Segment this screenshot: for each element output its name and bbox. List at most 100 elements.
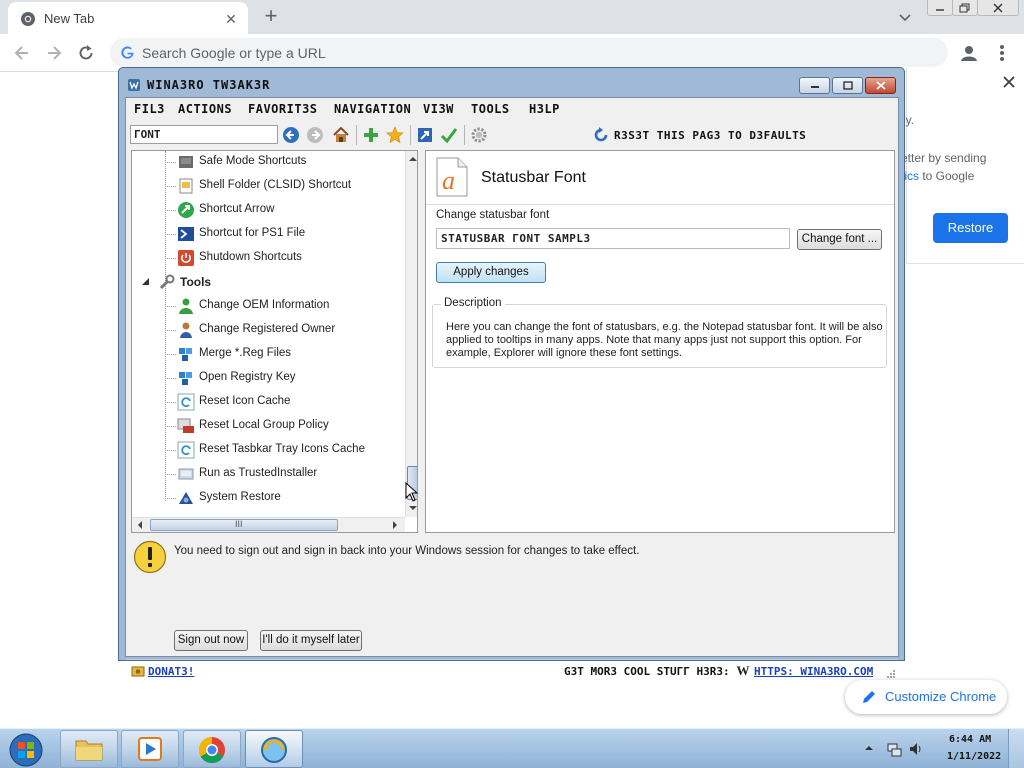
winaero-logo-icon: W bbox=[736, 663, 750, 678]
maximize-button[interactable] bbox=[832, 77, 863, 94]
home-icon[interactable] bbox=[332, 126, 350, 144]
search-input[interactable]: ГONT bbox=[130, 125, 278, 144]
restore-button[interactable]: Restore bbox=[933, 213, 1008, 243]
tree-item-label: Open Registry Key bbox=[199, 371, 296, 383]
tree-item[interactable]: Reset Icon Cache bbox=[132, 391, 402, 413]
tree-vertical-scrollbar[interactable] bbox=[405, 151, 418, 517]
setting-label: Change statusbar font bbox=[436, 209, 550, 221]
menu-file[interactable]: FIL3 bbox=[134, 102, 165, 116]
customize-chrome-label: Customize Chrome bbox=[885, 689, 997, 704]
powershell-icon bbox=[178, 227, 194, 241]
tree-item[interactable]: Reset Tasbkar Tray Icons Cache bbox=[132, 439, 402, 461]
warning-icon bbox=[133, 540, 167, 574]
network-icon[interactable] bbox=[886, 741, 902, 757]
minimize-button[interactable] bbox=[927, 0, 953, 16]
start-button-icon[interactable] bbox=[8, 732, 44, 768]
chrome-favicon-icon bbox=[21, 12, 35, 26]
add-favorite-icon[interactable] bbox=[362, 126, 380, 144]
tree-horizontal-scrollbar[interactable]: III bbox=[132, 517, 405, 532]
taskbar-explorer[interactable] bbox=[60, 730, 118, 768]
donate-link[interactable]: DONAT3! bbox=[148, 665, 194, 678]
kebab-menu-icon[interactable] bbox=[992, 42, 1012, 64]
collapse-triangle-icon[interactable] bbox=[141, 277, 150, 286]
scroll-right-icon[interactable] bbox=[390, 519, 400, 531]
apply-check-icon[interactable] bbox=[440, 126, 458, 144]
tree-item-label: Shortcut for PS1 File bbox=[199, 227, 306, 239]
setting-title: Statusbar Font bbox=[481, 169, 586, 186]
reload-icon[interactable] bbox=[76, 43, 96, 63]
show-desktop-button[interactable] bbox=[1008, 729, 1024, 768]
profile-avatar-icon[interactable] bbox=[958, 42, 980, 64]
taskbar-chrome[interactable] bbox=[183, 730, 241, 768]
reset-page-link[interactable]: R3S3T THIS PAG3 TO D3FAULTS bbox=[614, 129, 806, 142]
restore-down-button[interactable] bbox=[952, 0, 978, 16]
tree-item[interactable]: Shell Folder (CLSID) Shortcut bbox=[132, 175, 402, 197]
owner-icon bbox=[180, 322, 192, 338]
scrollbar-grip: III bbox=[235, 519, 243, 529]
tree-item[interactable]: Change OEM Information bbox=[132, 295, 402, 317]
close-button[interactable] bbox=[865, 77, 896, 94]
forward-arrow-icon[interactable] bbox=[44, 43, 64, 63]
star-icon[interactable] bbox=[386, 126, 404, 144]
volume-icon[interactable] bbox=[908, 741, 924, 757]
tree-item[interactable]: Shutdown Shortcuts bbox=[132, 247, 402, 269]
browser-tab-strip: New Tab ✕ + bbox=[0, 0, 1024, 34]
tree-category-tools[interactable]: Tools bbox=[132, 271, 402, 293]
new-tab-button[interactable]: + bbox=[260, 5, 282, 28]
taskbar-media-player[interactable] bbox=[121, 730, 179, 768]
customize-chrome-button[interactable]: Customize Chrome bbox=[845, 680, 1007, 714]
tree-item[interactable]: Reset Local Group Policy bbox=[132, 415, 402, 437]
tree-item[interactable]: Open Registry Key bbox=[132, 367, 402, 389]
tab-search-chevron-icon[interactable] bbox=[897, 9, 913, 25]
tree-item[interactable]: Merge *.Reg Files bbox=[132, 343, 402, 365]
show-hidden-icons-icon[interactable] bbox=[864, 743, 874, 753]
apply-changes-button[interactable]: Apply changes bbox=[436, 262, 546, 283]
scroll-down-icon[interactable] bbox=[407, 503, 418, 513]
settings-gear-icon[interactable] bbox=[470, 126, 488, 144]
minimize-button[interactable] bbox=[799, 77, 830, 94]
refresh-icon bbox=[177, 441, 195, 459]
font-sample-field: STATUSBAR ГONT SAMPL3 bbox=[436, 228, 790, 249]
reset-icon[interactable] bbox=[592, 126, 610, 144]
description-text: Here you can change the font of statusba… bbox=[446, 321, 883, 359]
scroll-left-icon[interactable] bbox=[135, 519, 145, 531]
tree-item[interactable]: System Restore bbox=[132, 487, 402, 509]
tree-item-label: Shell Folder (CLSID) Shortcut bbox=[199, 179, 352, 191]
shortcut-icon[interactable] bbox=[416, 126, 434, 144]
omnibox[interactable]: Search Google or type a URL bbox=[110, 38, 948, 67]
close-icon bbox=[875, 81, 886, 90]
menu-help[interactable]: H3LP bbox=[529, 102, 560, 116]
clock-time[interactable]: 6:44 AM bbox=[949, 734, 991, 745]
menu-view[interactable]: VI3W bbox=[423, 102, 454, 116]
tree-item[interactable]: Run as TrustedInstaller bbox=[132, 463, 402, 485]
tree-item[interactable]: Shortcut for PS1 File bbox=[132, 223, 402, 245]
forward-icon[interactable] bbox=[306, 126, 324, 144]
menu-navigation[interactable]: NAVIGATION bbox=[334, 102, 411, 116]
window-title: WINA3RO TW3AK3R bbox=[147, 78, 271, 92]
back-icon[interactable] bbox=[282, 126, 300, 144]
scroll-up-icon[interactable] bbox=[407, 154, 418, 164]
do-it-later-button[interactable]: I'll do it myself later bbox=[260, 630, 362, 651]
tree-item[interactable]: Change Registered Owner bbox=[132, 319, 402, 341]
website-link[interactable]: HTTPS: WINA3RO.COM bbox=[754, 665, 873, 678]
back-arrow-icon[interactable] bbox=[12, 43, 32, 63]
menu-tools[interactable]: TOOLS bbox=[471, 102, 510, 116]
tab-close-icon[interactable]: ✕ bbox=[222, 10, 240, 28]
sign-out-now-button[interactable]: Sign out now bbox=[174, 630, 248, 651]
scrollbar-thumb[interactable]: III bbox=[150, 519, 338, 531]
close-icon[interactable] bbox=[1001, 74, 1017, 90]
tree-item[interactable]: Safe Mode Shortcuts bbox=[132, 151, 402, 173]
close-icon bbox=[993, 3, 1003, 13]
shutdown-icon bbox=[178, 250, 194, 266]
restore-text-rest: to Google bbox=[919, 169, 975, 183]
menu-actions[interactable]: ACTIONS bbox=[178, 102, 232, 116]
detail-header: a Statusbar Font bbox=[426, 151, 894, 205]
change-font-button[interactable]: Change font ... bbox=[797, 229, 882, 250]
browser-tab-new-tab[interactable]: New Tab ✕ bbox=[8, 2, 248, 34]
close-window-button[interactable] bbox=[977, 0, 1019, 16]
taskbar-winaero-tweaker[interactable] bbox=[245, 730, 303, 768]
resize-grip-icon[interactable] bbox=[886, 669, 896, 679]
menu-favorites[interactable]: FAVORIT3S bbox=[248, 102, 318, 116]
clock-date[interactable]: 1/11/2022 bbox=[947, 751, 1001, 762]
tree-item[interactable]: Shortcut Arrow bbox=[132, 199, 402, 221]
